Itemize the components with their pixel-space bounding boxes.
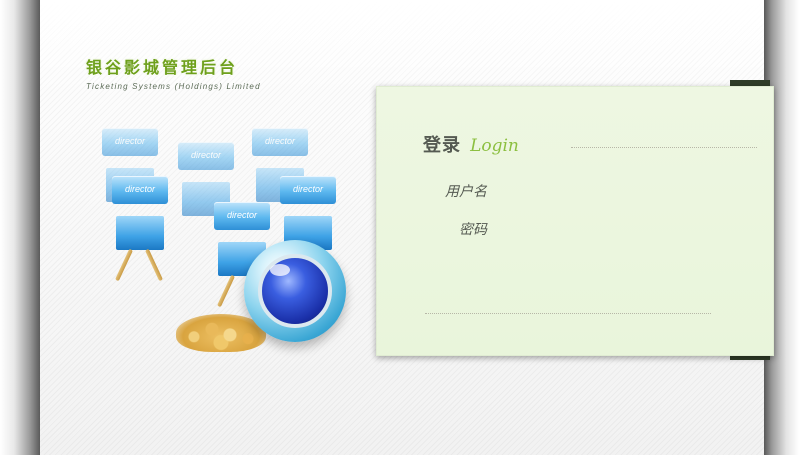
username-input[interactable] [495,181,649,201]
brand-subtitle: Ticketing Systems (Holdings) Limited [86,82,261,91]
header-divider [571,147,757,148]
password-input[interactable] [495,219,649,239]
chair-back-label: director [112,176,168,204]
login-title: 登录 [423,135,461,156]
password-label: 密码 [459,222,487,238]
lens-icon [258,254,332,328]
chair-back-label: director [280,176,336,204]
login-box: 登录 Login 用户名 密码 [376,86,774,356]
film-reel-ball-icon [244,240,346,342]
chair-back-label: director [252,128,308,156]
username-row: 用户名 [435,179,649,203]
left-shadow [0,0,40,455]
password-row: 密码 [435,217,649,241]
footer-divider [425,313,711,314]
chair-back-label: director [214,202,270,230]
cinema-illustration: director director director director dire… [98,128,368,353]
login-header: 登录 Login [423,131,757,156]
chair-back-label: director [178,142,234,170]
brand-title: 银谷影城管理后台 [86,58,239,77]
username-label: 用户名 [445,184,487,200]
director-chair-icon: director [112,176,168,282]
brand-block: 银谷影城管理后台 Ticketing Systems (Holdings) Li… [86,54,261,91]
login-title-en: Login [470,136,519,156]
chair-back-label: director [102,128,158,156]
